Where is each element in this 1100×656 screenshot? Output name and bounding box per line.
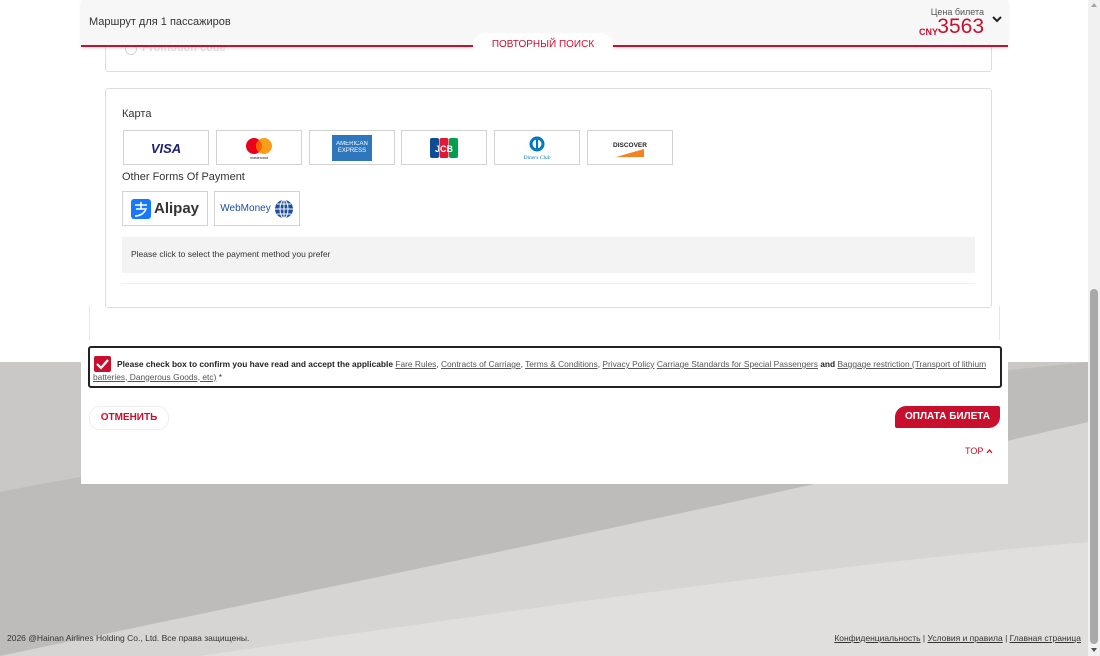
card-mastercard[interactable]: mastercard bbox=[216, 130, 302, 165]
pay-webmoney[interactable]: WebMoney bbox=[214, 191, 300, 226]
pay-alipay[interactable]: Alipay bbox=[122, 191, 208, 226]
price-value: 3563 bbox=[937, 15, 984, 38]
contracts-link[interactable]: Contracts of Carriage bbox=[441, 359, 521, 369]
terms-consent-text: Please check box to confirm you have rea… bbox=[93, 359, 987, 382]
amex-logo-icon: AMERICAN EXPRESS bbox=[332, 134, 372, 161]
footer-home-link[interactable]: Главная страница bbox=[1010, 633, 1081, 643]
back-to-top-link[interactable]: TOP bbox=[965, 446, 993, 456]
payment-method-section: Карта VISA mastercard AMERICAN EXPRESS J… bbox=[105, 88, 992, 308]
carriage-standards-link[interactable]: Carriage Standards for Special Passenger… bbox=[657, 359, 818, 369]
svg-text:VISA: VISA bbox=[151, 141, 181, 156]
webmoney-label: WebMoney bbox=[220, 203, 271, 214]
card-discover[interactable]: DISCOVER bbox=[587, 130, 673, 165]
copyright-text: 2026 @Hainan Airlines Holding Co., Ltd. … bbox=[7, 633, 250, 643]
card-amex[interactable]: AMERICAN EXPRESS bbox=[309, 130, 395, 165]
divider bbox=[122, 283, 975, 284]
card-section-title: Карта bbox=[122, 108, 152, 120]
visa-logo-icon: VISA bbox=[151, 141, 181, 156]
jcb-logo-icon: JCB bbox=[430, 137, 458, 158]
required-mark: * bbox=[218, 371, 222, 382]
scroll-thumb[interactable] bbox=[1090, 289, 1098, 644]
payment-hint-text: Please click to select the payment metho… bbox=[131, 249, 331, 259]
other-payment-title: Other Forms Of Payment bbox=[122, 171, 245, 183]
svg-text:JCB: JCB bbox=[435, 144, 454, 154]
scroll-down-arrow-icon[interactable] bbox=[1091, 648, 1097, 652]
mastercard-logo-icon: mastercard bbox=[246, 137, 272, 160]
consent-prefix: Please check box to confirm you have rea… bbox=[117, 359, 394, 369]
scroll-up-arrow-icon[interactable] bbox=[1091, 3, 1097, 7]
chevron-up-icon bbox=[986, 448, 993, 454]
alipay-label: Alipay bbox=[153, 200, 199, 217]
price-currency: CNY bbox=[918, 27, 938, 37]
pay-ticket-button[interactable]: ОПЛАТА БИЛЕТА bbox=[895, 406, 1000, 428]
footer-privacy-link[interactable]: Конфиденциальность bbox=[834, 633, 920, 643]
footer-links: Конфиденциальность | Условия и правила |… bbox=[834, 633, 1081, 643]
diners-club-logo-icon: Diners Club bbox=[522, 136, 551, 161]
fare-rules-link[interactable]: Fare Rules bbox=[395, 359, 436, 369]
svg-text:Diners Club: Diners Club bbox=[522, 155, 550, 161]
privacy-policy-link[interactable]: Privacy Policy bbox=[602, 359, 654, 369]
card-diners-club[interactable]: Diners Club bbox=[494, 130, 580, 165]
svg-text:DISCOVER: DISCOVER bbox=[613, 142, 647, 149]
chevron-down-icon[interactable] bbox=[992, 14, 1002, 24]
top-label: TOP bbox=[965, 446, 984, 456]
terms-consent-box: Please check box to confirm you have rea… bbox=[88, 346, 1002, 388]
card-jcb[interactable]: JCB bbox=[401, 130, 487, 165]
discover-logo-icon: DISCOVER bbox=[613, 142, 647, 157]
svg-text:mastercard: mastercard bbox=[250, 156, 268, 160]
vertical-scrollbar[interactable] bbox=[1088, 0, 1100, 656]
footer-terms-link[interactable]: Условия и правила bbox=[927, 633, 1002, 643]
route-summary: Маршрут для 1 пассажиров bbox=[89, 16, 231, 28]
cancel-button[interactable]: ОТМЕНИТЬ bbox=[89, 406, 169, 430]
terms-conditions-link[interactable]: Terms & Conditions bbox=[525, 359, 598, 369]
footer-separator: | bbox=[1002, 633, 1010, 643]
webmoney-globe-icon bbox=[274, 199, 293, 218]
card-visa[interactable]: VISA bbox=[123, 130, 209, 165]
payment-hint-box: Please click to select the payment metho… bbox=[122, 237, 975, 273]
new-search-button[interactable]: ПОВТОРНЫЙ ПОИСК bbox=[473, 33, 613, 57]
booking-panel: Маршрут для 1 пассажиров Цена билета CNY… bbox=[81, 0, 1008, 484]
consent-and: and bbox=[820, 359, 836, 369]
alipay-logo-icon bbox=[130, 198, 151, 219]
divider bbox=[999, 306, 1000, 340]
divider bbox=[89, 306, 90, 340]
